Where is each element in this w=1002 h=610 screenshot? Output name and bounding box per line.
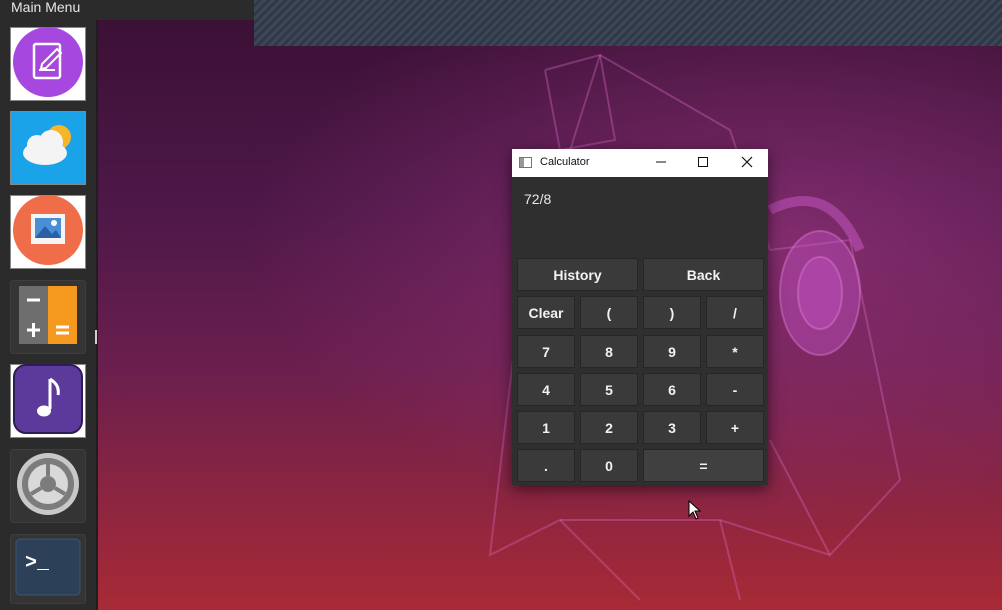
calculator-icon xyxy=(17,284,79,351)
divide-button[interactable]: / xyxy=(706,296,764,329)
minimize-button[interactable] xyxy=(640,149,682,177)
multiply-button[interactable]: * xyxy=(706,335,764,368)
mouse-pointer-icon xyxy=(688,499,702,525)
gear-icon xyxy=(15,451,81,522)
digit-5-button[interactable]: 5 xyxy=(580,373,638,406)
picture-icon xyxy=(12,194,84,271)
clear-button[interactable]: Clear xyxy=(517,296,575,329)
dock-app-music[interactable] xyxy=(10,363,86,440)
window-app-icon xyxy=(519,157,532,168)
decimal-button[interactable]: . xyxy=(517,449,575,482)
digit-8-button[interactable]: 8 xyxy=(580,335,638,368)
close-button[interactable] xyxy=(726,149,768,177)
calculator-window: Calculator 72/8 History Back Clear ( ) /… xyxy=(512,149,768,485)
weather-cloud-sun-icon xyxy=(13,111,83,186)
maximize-button[interactable] xyxy=(682,149,724,177)
minus-button[interactable]: - xyxy=(706,373,764,406)
dock-resize-handle[interactable] xyxy=(95,330,97,344)
digit-7-button[interactable]: 7 xyxy=(517,335,575,368)
history-button[interactable]: History xyxy=(517,258,638,291)
close-paren-button[interactable]: ) xyxy=(643,296,701,329)
top-panel-strip xyxy=(254,0,1002,46)
window-titlebar[interactable]: Calculator xyxy=(512,149,768,177)
terminal-icon: >_ xyxy=(15,538,81,601)
music-note-icon xyxy=(12,363,84,440)
digit-0-button[interactable]: 0 xyxy=(580,449,638,482)
dock-app-calculator[interactable] xyxy=(10,280,86,354)
dock-app-settings[interactable] xyxy=(10,449,86,523)
digit-3-button[interactable]: 3 xyxy=(643,411,701,444)
dock-title: Main Menu xyxy=(0,0,254,20)
terminal-glyph: >_ xyxy=(25,552,50,575)
dock-app-image-viewer[interactable] xyxy=(10,194,86,271)
maximize-icon xyxy=(697,156,709,171)
window-title: Calculator xyxy=(540,156,590,168)
digit-9-button[interactable]: 9 xyxy=(643,335,701,368)
plus-button[interactable]: + xyxy=(706,411,764,444)
dock-app-terminal[interactable]: >_ xyxy=(10,534,86,604)
open-paren-button[interactable]: ( xyxy=(580,296,638,329)
digit-2-button[interactable]: 2 xyxy=(580,411,638,444)
dock-app-text-editor[interactable] xyxy=(10,26,86,103)
digit-1-button[interactable]: 1 xyxy=(517,411,575,444)
digit-4-button[interactable]: 4 xyxy=(517,373,575,406)
pencil-note-icon xyxy=(12,26,84,103)
equals-button[interactable]: = xyxy=(643,449,764,482)
digit-6-button[interactable]: 6 xyxy=(643,373,701,406)
close-icon xyxy=(741,156,753,171)
dock-app-weather[interactable] xyxy=(10,111,86,185)
back-button[interactable]: Back xyxy=(643,258,764,291)
minimize-icon xyxy=(655,156,667,171)
calculator-display: 72/8 xyxy=(524,191,552,207)
